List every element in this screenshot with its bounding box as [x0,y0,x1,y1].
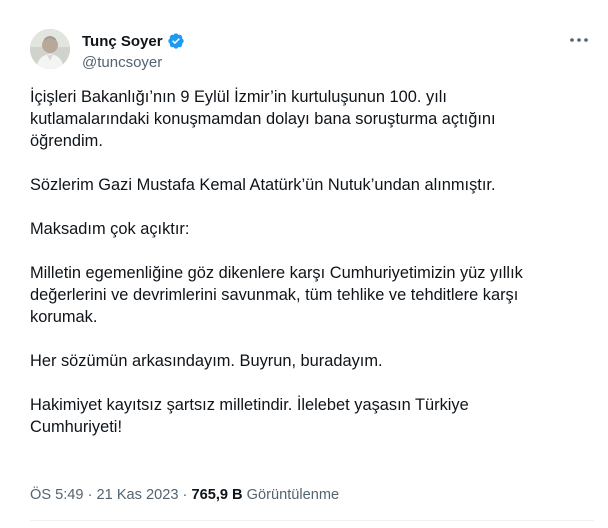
tweet-meta: ÖS 5:49 · 21 Kas 2023 · 765,9 B Görüntül… [30,485,339,505]
tweet-paragraph: Hakimiyet kayıtsız şartsız milletindir. … [30,396,469,436]
timestamp-link[interactable]: ÖS 5:49 · 21 Kas 2023 [30,487,179,503]
tweet-paragraph: Maksadım çok açıktır: [30,220,190,238]
tweet-paragraph: Her sözümün arkasındayım. Buyrun, burada… [30,352,383,370]
author-info: Tunç Soyer @tuncsoyer [82,31,185,73]
meta-separator: · [83,487,97,503]
more-horizontal-icon [570,38,588,42]
verified-badge-icon [167,32,185,50]
avatar-image [30,29,70,69]
meta-separator: · [178,487,192,503]
views-count: 765,9 B [191,487,243,503]
more-options-button[interactable] [562,28,596,52]
post-time: ÖS 5:49 [30,487,84,503]
name-row: Tunç Soyer [82,31,185,51]
avatar[interactable] [30,29,70,69]
views-label: Görüntülenme [246,487,340,503]
tweet-paragraph: İçişleri Bakanlığı’nın 9 Eylül İzmir’in … [30,88,496,150]
tweet: Tunç Soyer @tuncsoyer İçişleri Bakanlığı… [0,0,608,528]
tweet-paragraph: Sözlerim Gazi Mustafa Kemal Atatürk’ün N… [30,176,496,194]
handle[interactable]: @tuncsoyer [82,53,185,73]
tweet-text: İçişleri Bakanlığı’nın 9 Eylül İzmir’in … [30,86,590,438]
post-date: 21 Kas 2023 [96,487,179,503]
tweet-paragraph: Milletin egemenliğine göz dikenlere karş… [30,264,523,326]
divider [30,520,594,521]
display-name[interactable]: Tunç Soyer [82,33,163,50]
